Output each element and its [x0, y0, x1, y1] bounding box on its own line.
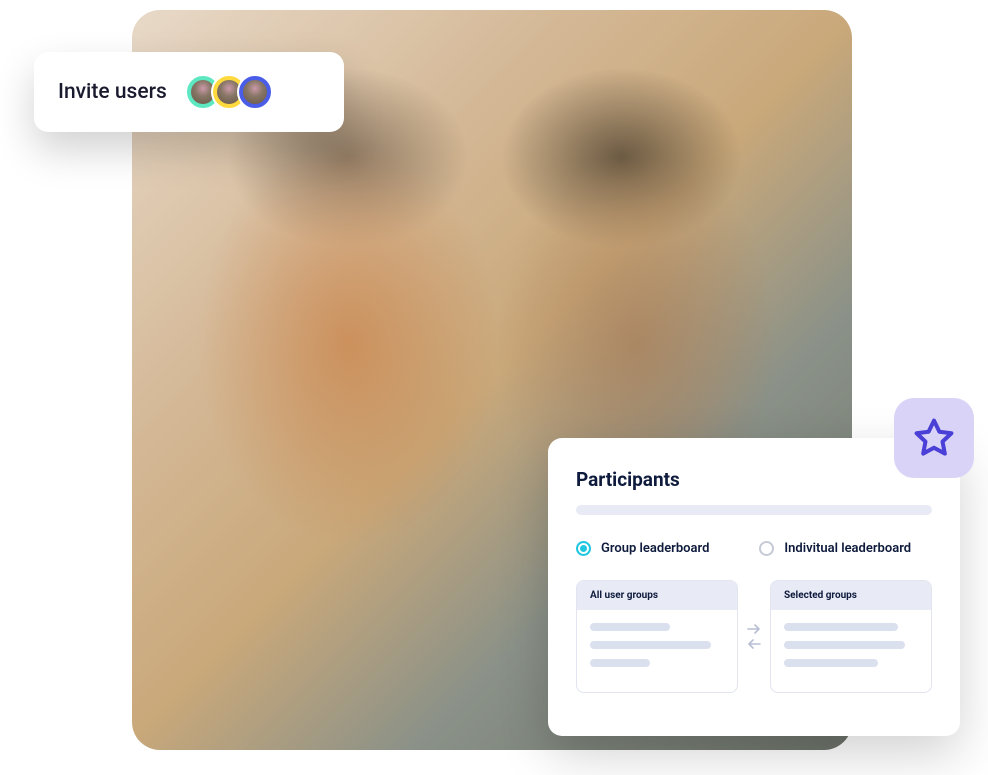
skeleton-line — [590, 659, 650, 667]
participants-card: Participants Group leaderboard Indivitua… — [548, 438, 960, 736]
group-box-body — [577, 610, 737, 692]
selected-groups-box[interactable]: Selected groups — [770, 580, 932, 693]
participants-title: Participants — [576, 468, 932, 491]
invite-label: Invite users — [58, 80, 167, 104]
skeleton-line — [590, 623, 670, 631]
radio-individual-leaderboard[interactable]: Indivitual leaderboard — [759, 541, 911, 556]
arrow-left-icon[interactable] — [746, 638, 762, 650]
radio-label: Indivitual leaderboard — [784, 541, 911, 556]
avatar — [237, 74, 273, 110]
invite-users-card[interactable]: Invite users — [34, 52, 344, 132]
star-badge — [894, 398, 974, 478]
avatar-group — [185, 74, 273, 110]
arrow-right-icon[interactable] — [746, 623, 762, 635]
group-box-header: Selected groups — [771, 581, 931, 610]
radio-indicator-unselected — [759, 541, 774, 556]
all-user-groups-box[interactable]: All user groups — [576, 580, 738, 693]
skeleton-line — [590, 641, 711, 649]
transfer-controls — [746, 623, 762, 650]
group-box-header: All user groups — [577, 581, 737, 610]
leaderboard-radio-group: Group leaderboard Indivitual leaderboard — [576, 541, 932, 556]
radio-label: Group leaderboard — [601, 541, 709, 556]
radio-indicator-selected — [576, 541, 591, 556]
skeleton-line — [784, 623, 898, 631]
groups-transfer-row: All user groups Selected groups — [576, 580, 932, 693]
radio-group-leaderboard[interactable]: Group leaderboard — [576, 541, 709, 556]
group-box-body — [771, 610, 931, 692]
skeleton-line — [784, 641, 905, 649]
skeleton-line — [784, 659, 878, 667]
title-placeholder-bar — [576, 505, 932, 515]
star-icon — [912, 416, 956, 460]
